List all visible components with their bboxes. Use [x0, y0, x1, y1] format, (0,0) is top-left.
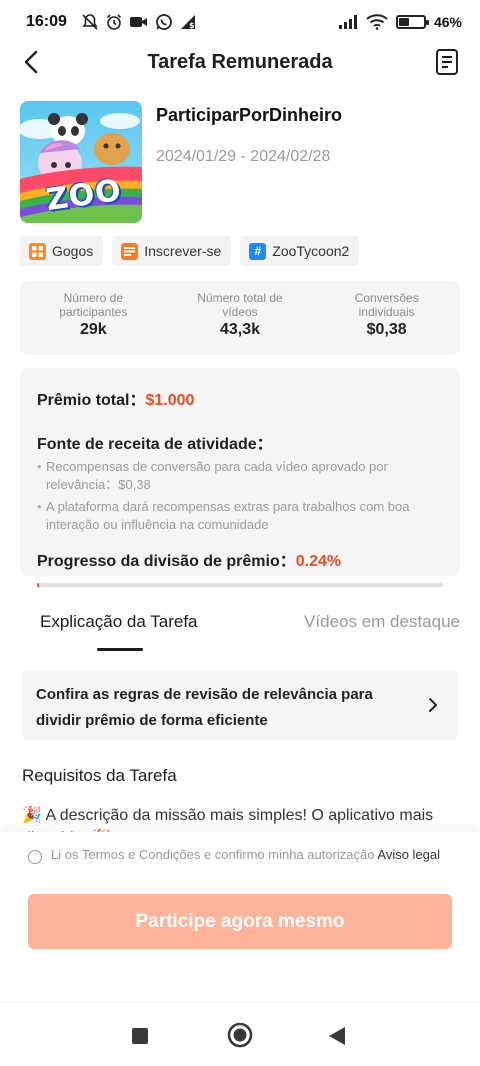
signal-icon	[338, 15, 357, 29]
tag-hashtag[interactable]: # ZooTycoon2	[240, 236, 360, 266]
revenue-source-bullet: A plataforma dará recompensas extras par…	[37, 498, 443, 534]
total-prize-value: $1.000	[145, 392, 195, 409]
prize-progress-label: Progresso da divisão de prêmio：	[37, 553, 296, 570]
prize-progress-value: 0.24%	[295, 553, 342, 570]
revenue-source-bullet: Recompensas de conversão para cada vídeo…	[37, 458, 443, 494]
requirements-title: Requisitos da Tarefa	[22, 766, 177, 785]
revenue-source-title: Fonte de receita de atividade：	[37, 436, 273, 453]
wifi-icon	[366, 14, 388, 30]
prize-progress-fill	[37, 583, 39, 587]
terms-row: Li os Termos e Condições e confirmo minh…	[28, 847, 458, 864]
stat-value: $0,38	[366, 321, 407, 338]
video-camera-icon	[129, 17, 147, 27]
status-time: 16:09	[26, 13, 67, 30]
stat-videos: Número total de vídeos 43,3k	[167, 281, 314, 355]
requirements-description: 🎉 A descrição da missão mais simples! O …	[22, 807, 434, 834]
stat-value: 43,3k	[219, 321, 261, 338]
prize-card: Prêmio total：$1.000 Fonte de receita de …	[20, 368, 460, 587]
page-title: Tarefa Remunerada	[147, 50, 333, 73]
tag-gogos[interactable]: Gogos	[20, 236, 104, 266]
tag-label: ZooTycoon2	[272, 243, 350, 259]
alarm-icon	[106, 14, 121, 30]
system-navigation-bar	[0, 1002, 480, 1066]
chevron-right-icon	[429, 698, 437, 712]
relevance-rules-card[interactable]: Confira as regras de revisão de relevânc…	[22, 670, 458, 740]
legal-notice-link[interactable]: Aviso legal	[377, 847, 440, 862]
tag-subscribe[interactable]: Inscrever-se	[112, 236, 232, 266]
list-icon	[121, 242, 139, 260]
battery-percent: 46%	[433, 14, 462, 30]
grid-icon	[29, 242, 46, 260]
tag-list: Gogos Inscrever-se # ZooTycoon2	[20, 236, 360, 266]
data-saver-icon: $	[180, 15, 195, 30]
battery-icon	[395, 15, 429, 29]
tag-label: Inscrever-se	[144, 243, 222, 259]
mute-notification-icon	[82, 14, 98, 30]
stat-conversions: Conversões individuais $0,38	[313, 281, 460, 355]
terms-checkbox[interactable]	[28, 850, 42, 864]
tab-bar: Explicação da Tarefa Vídeos em destaque	[20, 612, 460, 652]
svg-text:$: $	[189, 21, 195, 30]
prize-progress-bar	[37, 583, 443, 587]
stat-participants: Número de participantes 29k	[20, 281, 167, 355]
total-prize-label: Prêmio total：	[37, 392, 146, 409]
stat-value: 29k	[79, 321, 107, 338]
status-bar: 16:09 $ 46%	[0, 0, 480, 44]
stat-label: Número total de vídeos	[197, 291, 283, 319]
whatsapp-icon	[156, 14, 172, 30]
terms-text: Li os Termos e Condições e confirmo minh…	[51, 847, 375, 862]
tab-task-explanation[interactable]: Explicação da Tarefa	[40, 612, 198, 652]
tab-featured-videos[interactable]: Vídeos em destaque	[304, 612, 460, 652]
relevance-rules-text: Confira as regras de revisão de relevânc…	[36, 686, 373, 729]
back-triangle-icon[interactable]	[328, 1026, 346, 1046]
recent-apps-icon[interactable]	[131, 1027, 149, 1045]
stats-panel: Número de participantes 29k Número total…	[20, 281, 460, 355]
bottom-action-panel: Li os Termos e Condições e confirmo minh…	[0, 832, 480, 1002]
back-arrow-icon[interactable]	[18, 48, 46, 76]
tag-label: Gogos	[52, 243, 94, 259]
prize-progress-row: Progresso da divisão de prêmio：0.24%	[37, 547, 443, 571]
home-icon[interactable]	[227, 1022, 253, 1048]
hashtag-icon: #	[249, 242, 267, 260]
document-icon[interactable]	[434, 48, 460, 76]
task-name: ParticiparPorDinheiro	[156, 105, 343, 125]
stat-label: Número de participantes	[59, 291, 128, 319]
task-dates: 2024/01/29 - 2024/02/28	[156, 148, 331, 165]
total-prize-row: Prêmio total：$1.000	[37, 386, 443, 410]
active-tab-indicator	[97, 648, 143, 651]
header: Tarefa Remunerada	[0, 40, 480, 84]
participate-button[interactable]: Participe agora mesmo	[28, 894, 452, 949]
stat-label: Conversões individuais	[354, 291, 419, 319]
